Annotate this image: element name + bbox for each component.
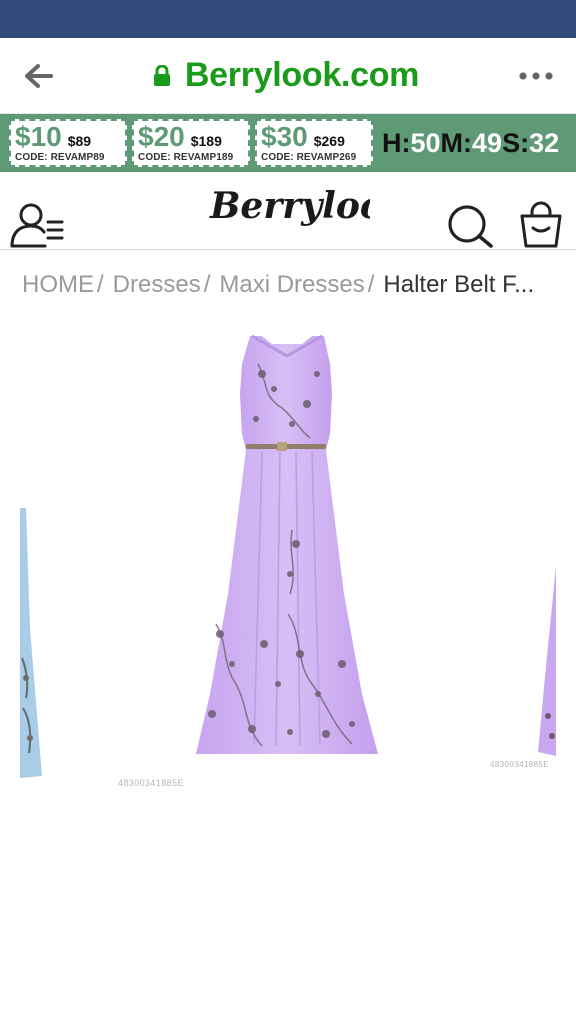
url-field[interactable]: Berrylook.com bbox=[153, 56, 419, 95]
timer-seconds: 32 bbox=[529, 127, 560, 158]
timer-seconds-label: S: bbox=[502, 127, 530, 158]
coupon-20[interactable]: $20 $189 CODE: REVAMP189 bbox=[132, 119, 250, 167]
lock-icon bbox=[153, 64, 170, 86]
breadcrumb-current: Halter Belt F... bbox=[383, 271, 535, 298]
breadcrumb-separator: / bbox=[97, 271, 104, 298]
product-image-gallery[interactable]: 48300341885E 48300341885E bbox=[0, 320, 576, 810]
more-options-button[interactable] bbox=[516, 66, 556, 86]
breadcrumb-separator: / bbox=[203, 271, 211, 298]
coupon-10[interactable]: $10 $89 CODE: REVAMP89 bbox=[9, 119, 127, 167]
berrylook-logo[interactable]: Berrylook bbox=[206, 176, 370, 240]
next-image-sku: 48300341885E bbox=[490, 760, 550, 769]
breadcrumb-home[interactable]: HOME bbox=[22, 271, 94, 299]
site-header: Berrylook bbox=[0, 172, 576, 250]
breadcrumb: HOME / Dresses / Maxi Dresses / Halter B… bbox=[0, 250, 576, 320]
countdown-timer: H: 50 M: 49 S: 32 bbox=[382, 127, 560, 158]
account-icon[interactable] bbox=[9, 202, 65, 248]
breadcrumb-dresses[interactable]: Dresses bbox=[113, 271, 201, 299]
status-bar bbox=[0, 0, 576, 38]
timer-hours: 50 bbox=[410, 127, 441, 158]
arrow-left-icon bbox=[25, 63, 53, 88]
coupon-30[interactable]: $30 $269 CODE: REVAMP269 bbox=[255, 119, 373, 167]
more-vertical-dots-icon bbox=[519, 71, 553, 80]
timer-minutes-label: M: bbox=[440, 127, 473, 158]
url-text: Berrylook.com bbox=[184, 56, 420, 94]
breadcrumb-separator: / bbox=[367, 271, 375, 298]
coupon-threshold: $89 bbox=[67, 133, 92, 149]
previous-product-image[interactable] bbox=[20, 508, 42, 778]
back-button[interactable] bbox=[22, 59, 56, 93]
coupon-code: CODE: REVAMP269 bbox=[261, 152, 357, 163]
product-image-sku: 48300341885E bbox=[118, 778, 184, 788]
shopping-bag-icon[interactable] bbox=[518, 200, 564, 248]
coupon-threshold: $189 bbox=[190, 133, 222, 149]
promo-banner[interactable]: $10 $89 CODE: REVAMP89 $20 $189 CODE: RE… bbox=[0, 114, 576, 172]
coupon-code: CODE: REVAMP189 bbox=[138, 152, 234, 163]
coupon-amount: $30 bbox=[261, 121, 308, 152]
breadcrumb-maxi-dresses[interactable]: Maxi Dresses bbox=[219, 271, 364, 299]
coupon-amount: $20 bbox=[138, 121, 185, 152]
browser-address-bar: Berrylook.com bbox=[0, 38, 576, 114]
next-product-image[interactable] bbox=[536, 566, 556, 756]
timer-hours-label: H: bbox=[382, 127, 411, 158]
coupon-code: CODE: REVAMP89 bbox=[15, 152, 105, 163]
coupon-amount: $10 bbox=[15, 121, 62, 152]
coupon-threshold: $269 bbox=[313, 133, 345, 149]
timer-minutes: 49 bbox=[472, 127, 503, 158]
product-main-image bbox=[196, 334, 378, 754]
logo-text: Berrylook bbox=[209, 185, 370, 227]
search-icon[interactable] bbox=[447, 204, 495, 248]
